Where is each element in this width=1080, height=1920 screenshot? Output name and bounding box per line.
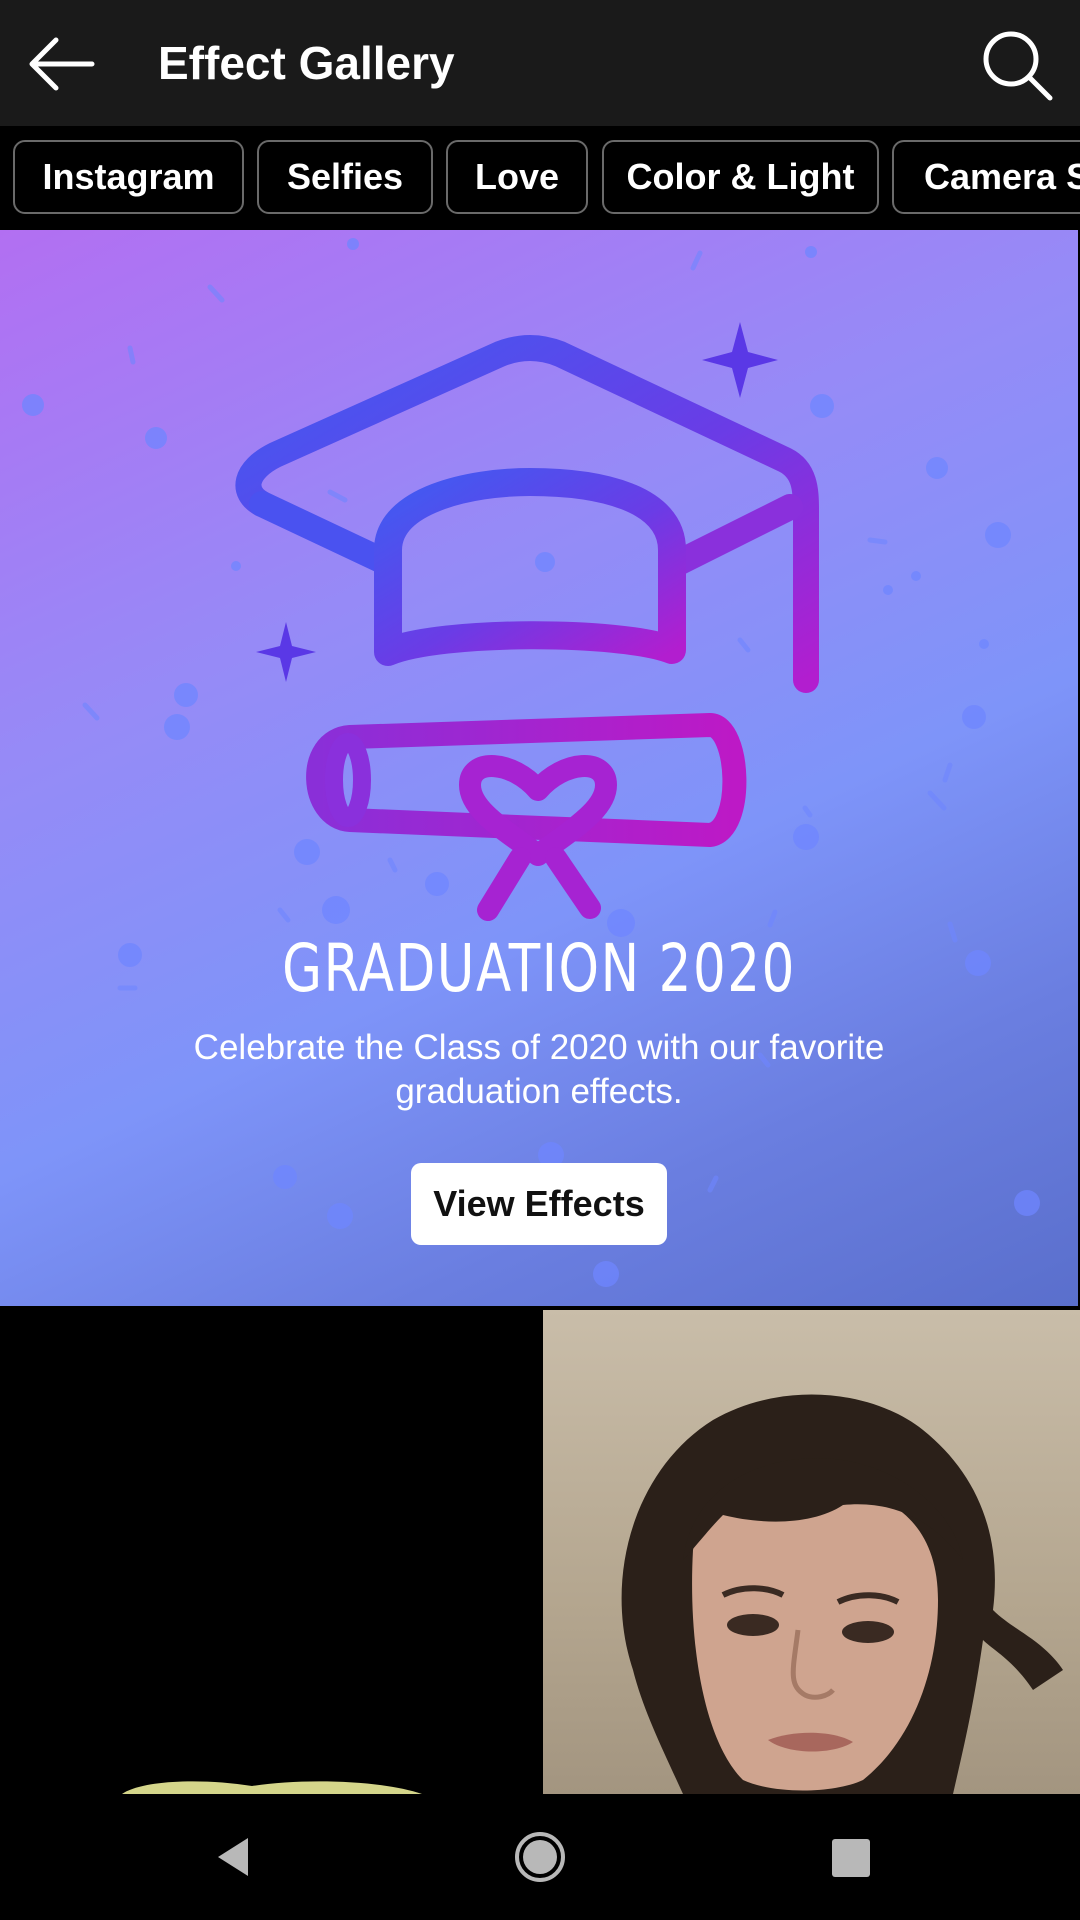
effect-thumbnail-dark[interactable] bbox=[2, 1310, 540, 1794]
chip-love[interactable]: Love bbox=[446, 140, 588, 214]
chip-camera-styles[interactable]: Camera S bbox=[892, 140, 1080, 214]
category-chips: Instagram Selfies Love Color & Light Cam… bbox=[0, 126, 1080, 230]
nav-home-button[interactable] bbox=[505, 1822, 575, 1892]
graduation-cap-icon bbox=[22, 238, 1040, 1287]
thumbnail-preview bbox=[122, 1781, 422, 1794]
nav-back-button[interactable] bbox=[200, 1822, 270, 1892]
view-effects-button[interactable]: View Effects bbox=[411, 1163, 667, 1245]
nav-recents-icon bbox=[832, 1839, 870, 1877]
page-title: Effect Gallery bbox=[158, 37, 455, 89]
banner-subtitle: Celebrate the Class of 2020 with our fav… bbox=[193, 1028, 885, 1111]
app-bar: Effect Gallery bbox=[0, 0, 1080, 126]
selfie-preview bbox=[621, 1394, 1063, 1794]
back-button[interactable] bbox=[26, 28, 98, 100]
graduation-banner[interactable]: GRADUATION 2020 Celebrate the Class of 2… bbox=[0, 230, 1078, 1306]
nav-home-icon bbox=[515, 1832, 565, 1882]
chip-selfies[interactable]: Selfies bbox=[257, 140, 433, 214]
system-nav-bar bbox=[0, 1794, 1080, 1920]
banner-title: GRADUATION 2020 bbox=[282, 930, 796, 1007]
nav-back-icon bbox=[218, 1838, 248, 1876]
chip-color-light[interactable]: Color & Light bbox=[602, 140, 879, 214]
arrow-back-icon bbox=[29, 37, 95, 91]
nav-recents-button[interactable] bbox=[815, 1822, 885, 1892]
search-icon bbox=[983, 31, 1053, 101]
chip-instagram[interactable]: Instagram bbox=[13, 140, 244, 214]
effect-thumbnail-selfie[interactable] bbox=[543, 1310, 1080, 1794]
search-button[interactable] bbox=[980, 28, 1054, 102]
